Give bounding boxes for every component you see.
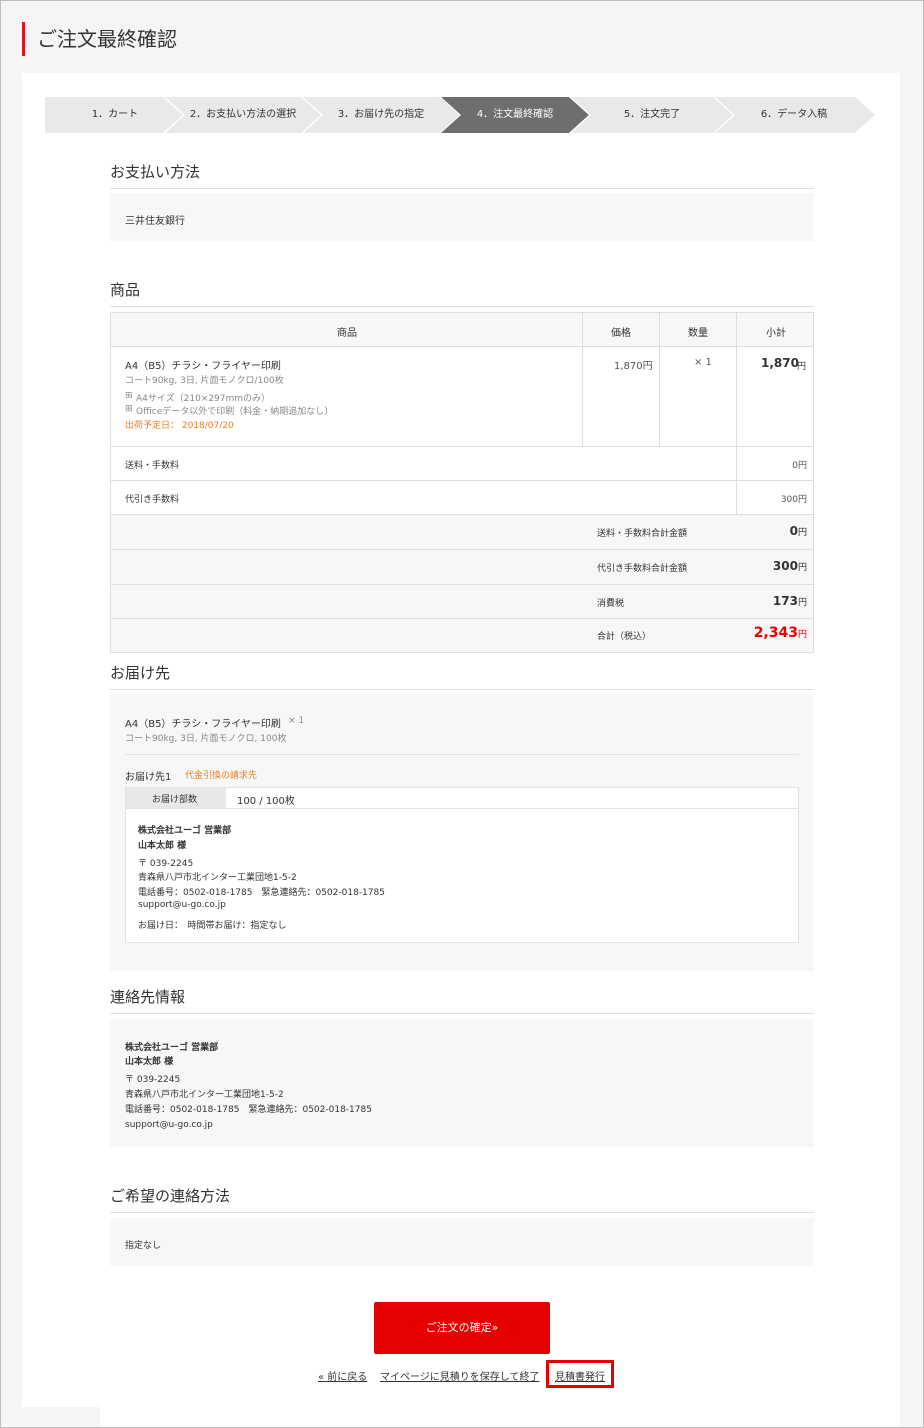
- plus-icon: ⊞: [125, 404, 133, 414]
- delivery-detail-card: お届け部数 100 / 100枚 株式会社ユーゴ 営業部 山本太郎 様 〒 03…: [125, 787, 799, 943]
- column-divider: [736, 313, 737, 515]
- total-label: 消費税: [597, 599, 625, 609]
- delivery-email: support@u-go.co.jp: [138, 900, 226, 910]
- item-subtotal: 1,870: [761, 356, 799, 370]
- fee-row: 送料・手数料 0円: [111, 447, 813, 481]
- column-divider: [582, 313, 583, 447]
- divider: [125, 754, 799, 755]
- contact-person: 山本太郎 様: [125, 1057, 174, 1067]
- count-value: 100 / 100枚: [237, 796, 295, 807]
- item-name: A4（B5）チラシ・フライヤー印刷: [125, 361, 281, 372]
- delivery-item-spec: コート90kg, 3日, 片面モノクロ, 100枚: [125, 734, 287, 744]
- destination-note: 代金引換の請求先: [185, 771, 258, 781]
- page-title: ご注文最終確認: [22, 22, 177, 56]
- delivery-address: 青森県八戸市北インター工業団地1-5-2: [138, 873, 297, 883]
- table-row: A4（B5）チラシ・フライヤー印刷 コート90kg, 3日, 片面モノクロ/10…: [111, 347, 813, 447]
- ship-date: 出荷予定日： 2018/07/20: [125, 421, 234, 431]
- delivery-item-name: A4（B5）チラシ・フライヤー印刷: [125, 719, 281, 730]
- products-section-title: 商品: [110, 279, 814, 307]
- total-row: 代引き手数料合計金額 300円: [111, 550, 813, 585]
- item-price: 1,870円: [614, 361, 653, 372]
- header-qty: 数量: [688, 328, 708, 339]
- header-product: 商品: [337, 328, 357, 339]
- total-row: 送料・手数料合計金額 0円: [111, 515, 813, 550]
- delivery-person: 山本太郎 様: [138, 841, 187, 851]
- delivery-zip: 〒 039-2245: [138, 859, 194, 869]
- header-price: 価格: [611, 328, 631, 339]
- step-complete: 5．注文完了: [569, 97, 735, 133]
- delivery-item-qty: × 1: [288, 716, 305, 726]
- total-value: 300円: [772, 559, 807, 573]
- item-qty: × 1: [694, 357, 712, 368]
- preferred-contact-box: 指定なし: [110, 1218, 814, 1266]
- step-upload: 6．データ入稿: [713, 97, 875, 133]
- fee-label: 代引き手数料: [125, 495, 180, 505]
- grand-total-value: 2,343円: [753, 625, 807, 641]
- count-label: お届け部数: [152, 795, 198, 805]
- item-spec: コート90kg, 3日, 片面モノクロ/100枚: [125, 376, 284, 386]
- column-divider: [659, 313, 660, 447]
- grand-total-label: 合計（税込）: [597, 632, 652, 642]
- payment-box: 三井住友銀行: [110, 193, 814, 241]
- delivery-section-title: お届け先: [110, 662, 814, 690]
- contact-box: 株式会社ユーゴ 営業部 山本太郎 様 〒 039-2245 青森県八戸市北インタ…: [110, 1019, 814, 1147]
- contact-company: 株式会社ユーゴ 営業部: [125, 1043, 219, 1053]
- contact-address: 青森県八戸市北インター工業団地1-5-2: [125, 1090, 284, 1100]
- fee-row: 代引き手数料 300円: [111, 481, 813, 515]
- payment-section-title: お支払い方法: [110, 161, 814, 189]
- contact-phone: 電話番号：0502-018-1785 緊急連絡先：0502-018-1785: [125, 1105, 372, 1115]
- checkout-steps: 1．カート 2．お支払い方法の選択 3．お届け先の指定 4．注文最終確認 5．注…: [45, 97, 875, 133]
- total-label: 代引き手数料合計金額: [597, 564, 688, 574]
- contact-email: support@u-go.co.jp: [125, 1120, 213, 1130]
- delivery-phone: 電話番号：0502-018-1785 緊急連絡先：0502-018-1785: [138, 888, 385, 898]
- step-shipping: 3．お届け先の指定: [301, 97, 461, 133]
- plus-icon: ⊞: [125, 391, 133, 401]
- delivery-company: 株式会社ユーゴ 営業部: [138, 826, 232, 836]
- step-payment: 2．お支払い方法の選択: [163, 97, 323, 133]
- header-subtotal: 小計: [766, 328, 786, 339]
- confirm-order-button[interactable]: ご注文の確定»: [374, 1302, 550, 1354]
- save-estimate-link[interactable]: マイページに見積りを保存して終了: [380, 1368, 540, 1383]
- preferred-contact-section-title: ご希望の連絡方法: [110, 1185, 814, 1213]
- payment-method: 三井住友銀行: [125, 216, 185, 227]
- grand-total-row: 合計（税込） 2,343円: [111, 619, 813, 652]
- fee-label: 送料・手数料: [125, 461, 180, 471]
- item-option: Officeデータ以外で印刷（料金・納期追加なし）: [136, 407, 334, 417]
- fee-value: 0円: [792, 461, 807, 471]
- total-value: 173円: [772, 594, 807, 608]
- products-table: 商品 価格 数量 小計 A4（B5）チラシ・フライヤー印刷 コート90kg, 3…: [110, 312, 814, 653]
- preferred-contact-value: 指定なし: [125, 1241, 162, 1251]
- fee-value: 300円: [780, 495, 807, 505]
- item-option: A4サイズ（210×297mmのみ）: [136, 394, 271, 404]
- item-subtotal-unit: 円: [797, 362, 807, 372]
- total-row: 消費税 173円: [111, 585, 813, 619]
- divider: [126, 808, 798, 809]
- total-value: 0円: [789, 524, 807, 538]
- delivery-date: お届け日： 時間帯お届け：指定なし: [138, 921, 287, 931]
- total-label: 送料・手数料合計金額: [597, 529, 688, 539]
- step-cart: 1．カート: [45, 97, 185, 133]
- destination-label: お届け先1: [125, 772, 172, 783]
- step-confirm: 4．注文最終確認: [439, 97, 591, 133]
- table-header-row: 商品 価格 数量 小計: [111, 313, 813, 347]
- contact-zip: 〒 039-2245: [125, 1075, 181, 1085]
- back-link[interactable]: « 前に戻る: [318, 1368, 367, 1383]
- issue-estimate-link[interactable]: 見積書発行: [555, 1368, 605, 1383]
- bottom-strip: [100, 1407, 900, 1427]
- contact-section-title: 連絡先情報: [110, 986, 814, 1014]
